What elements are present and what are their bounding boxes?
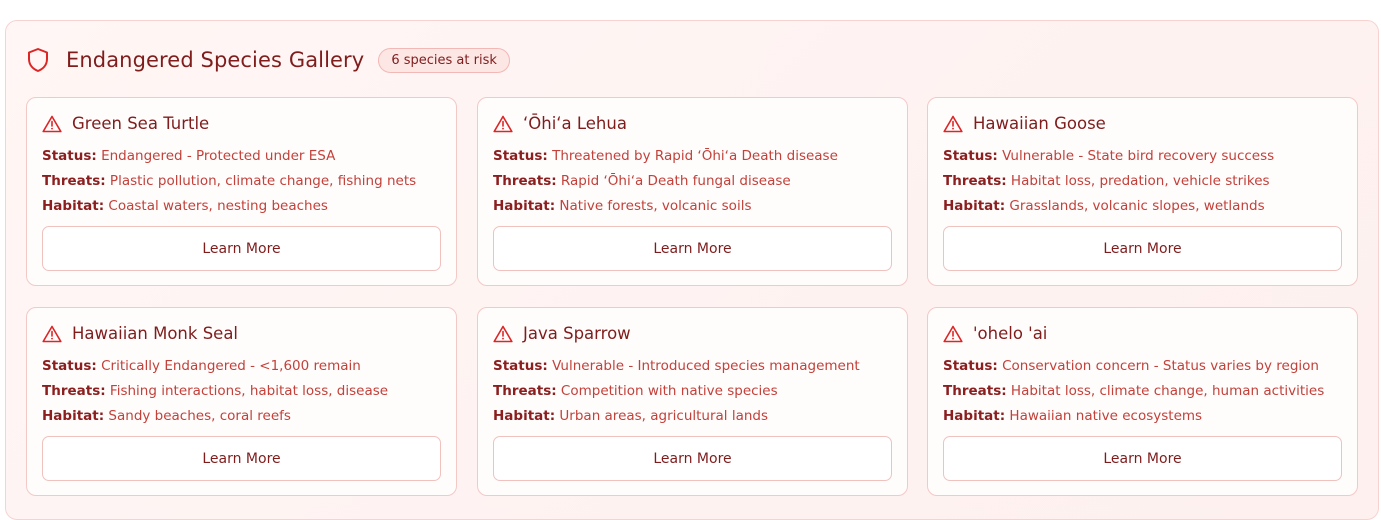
status-value: Conservation concern - Status varies by … [997,358,1319,374]
habitat-value: Native forests, volcanic soils [555,198,752,214]
threats-row: Threats: Habitat loss, climate change, h… [943,383,1324,399]
species-card: Java Sparrow Status: Vulnerable - Introd… [477,307,908,496]
species-card: Green Sea Turtle Status: Endangered - Pr… [26,97,457,286]
status-label: Status: [943,358,998,374]
warning-triangle-icon [42,115,62,133]
status-label: Status: [943,148,998,164]
status-label: Status: [42,148,97,164]
threats-label: Threats: [943,173,1007,189]
status-row: Status: Threatened by Rapid ʻŌhiʻa Death… [493,148,838,164]
status-value: Critically Endangered - <1,600 remain [96,358,361,374]
threats-value: Fishing interactions, habitat loss, dise… [105,383,389,399]
status-value: Vulnerable - State bird recovery success [997,148,1275,164]
habitat-label: Habitat: [42,408,105,424]
status-label: Status: [493,148,548,164]
status-row: Status: Endangered - Protected under ESA [42,148,335,164]
habitat-row: Habitat: Grasslands, volcanic slopes, we… [943,198,1265,214]
habitat-row: Habitat: Coastal waters, nesting beaches [42,198,328,214]
learn-more-button[interactable]: Learn More [493,436,892,481]
learn-more-button[interactable]: Learn More [943,226,1342,271]
species-count-badge: 6 species at risk [378,47,510,73]
learn-more-button[interactable]: Learn More [943,436,1342,481]
threats-label: Threats: [42,173,106,189]
habitat-row: Habitat: Hawaiian native ecosystems [943,408,1202,424]
warning-triangle-icon [493,115,513,133]
habitat-label: Habitat: [493,198,556,214]
gallery-header: Endangered Species Gallery 6 species at … [26,45,510,75]
card-title: Hawaiian Goose [943,114,1106,133]
species-name: Java Sparrow [523,324,631,343]
learn-more-button[interactable]: Learn More [42,436,441,481]
page-title: Endangered Species Gallery [66,48,365,72]
species-name: Green Sea Turtle [72,114,210,133]
status-label: Status: [493,358,548,374]
warning-triangle-icon [943,325,963,343]
threats-label: Threats: [493,173,557,189]
card-title: ʻŌhiʻa Lehua [493,114,627,133]
warning-triangle-icon [42,325,62,343]
species-card: 'ohelo 'ai Status: Conservation concern … [927,307,1358,496]
threats-value: Competition with native species [556,383,778,399]
habitat-label: Habitat: [943,408,1006,424]
learn-more-button[interactable]: Learn More [493,226,892,271]
habitat-value: Grasslands, volcanic slopes, wetlands [1005,198,1265,214]
habitat-label: Habitat: [493,408,556,424]
status-row: Status: Conservation concern - Status va… [943,358,1319,374]
threats-label: Threats: [493,383,557,399]
card-title: Green Sea Turtle [42,114,209,133]
card-title: Hawaiian Monk Seal [42,324,238,343]
threats-value: Habitat loss, climate change, human acti… [1006,383,1325,399]
card-title: 'ohelo 'ai [943,324,1047,343]
habitat-row: Habitat: Urban areas, agricultural lands [493,408,768,424]
warning-triangle-icon [943,115,963,133]
threats-value: Habitat loss, predation, vehicle strikes [1006,173,1270,189]
threats-value: Plastic pollution, climate change, fishi… [105,173,417,189]
status-row: Status: Vulnerable - Introduced species … [493,358,860,374]
status-row: Status: Vulnerable - State bird recovery… [943,148,1274,164]
species-card: Hawaiian Goose Status: Vulnerable - Stat… [927,97,1358,286]
threats-row: Threats: Plastic pollution, climate chan… [42,173,416,189]
habitat-value: Urban areas, agricultural lands [555,408,769,424]
threats-value: Rapid ʻŌhiʻa Death fungal disease [556,173,791,189]
status-value: Endangered - Protected under ESA [96,148,336,164]
warning-triangle-icon [493,325,513,343]
threats-row: Threats: Rapid ʻŌhiʻa Death fungal disea… [493,173,791,189]
habitat-value: Sandy beaches, coral reefs [104,408,291,424]
habitat-label: Habitat: [42,198,105,214]
habitat-value: Hawaiian native ecosystems [1005,408,1203,424]
species-name: Hawaiian Goose [973,114,1106,133]
species-name: ʻŌhiʻa Lehua [523,114,627,133]
habitat-label: Habitat: [943,198,1006,214]
habitat-value: Coastal waters, nesting beaches [104,198,328,214]
threats-row: Threats: Habitat loss, predation, vehicl… [943,173,1270,189]
threats-label: Threats: [943,383,1007,399]
species-name: 'ohelo 'ai [973,324,1048,343]
status-row: Status: Critically Endangered - <1,600 r… [42,358,361,374]
learn-more-button[interactable]: Learn More [42,226,441,271]
card-title: Java Sparrow [493,324,631,343]
habitat-row: Habitat: Sandy beaches, coral reefs [42,408,291,424]
threats-label: Threats: [42,383,106,399]
species-gallery-panel: Endangered Species Gallery 6 species at … [5,20,1379,520]
habitat-row: Habitat: Native forests, volcanic soils [493,198,751,214]
shield-icon [26,47,50,73]
status-value: Threatened by Rapid ʻŌhiʻa Death disease [547,148,838,164]
species-card: Hawaiian Monk Seal Status: Critically En… [26,307,457,496]
threats-row: Threats: Fishing interactions, habitat l… [42,383,388,399]
status-label: Status: [42,358,97,374]
status-value: Vulnerable - Introduced species manageme… [547,358,860,374]
species-card: ʻŌhiʻa Lehua Status: Threatened by Rapid… [477,97,908,286]
species-name: Hawaiian Monk Seal [72,324,239,343]
threats-row: Threats: Competition with native species [493,383,778,399]
